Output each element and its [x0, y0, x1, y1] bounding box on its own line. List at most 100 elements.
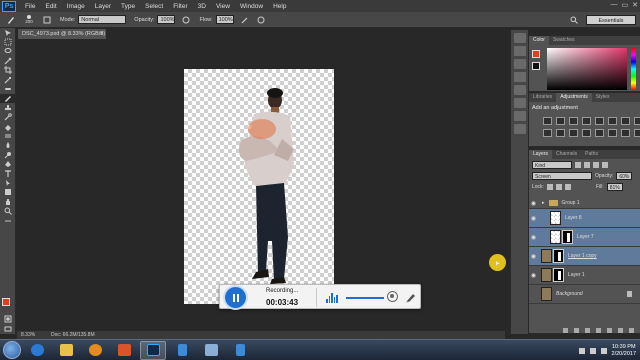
pause-recording-button[interactable] — [225, 287, 246, 308]
layer-row-layer-7[interactable]: ◉ Layer 7 — [529, 228, 640, 247]
taskbar-recorder-app[interactable] — [227, 341, 253, 360]
properties-panel-icon[interactable] — [513, 46, 526, 56]
hue-saturation-icon[interactable] — [608, 117, 617, 125]
clone-stamp-tool-icon[interactable] — [0, 103, 16, 112]
vibrance-icon[interactable] — [595, 117, 604, 125]
menu-filter[interactable]: Filter — [168, 3, 192, 10]
color-panel-background[interactable] — [532, 62, 540, 70]
taskbar-explorer[interactable] — [53, 341, 79, 360]
path-selection-tool-icon[interactable] — [0, 178, 16, 187]
audio-level-icon[interactable] — [326, 292, 338, 303]
selective-color-icon[interactable] — [634, 129, 640, 137]
new-adjustment-icon[interactable] — [596, 328, 601, 333]
layer-mask-thumbnail[interactable] — [553, 249, 564, 263]
start-button[interactable] — [3, 341, 21, 359]
quick-select-tool-icon[interactable] — [0, 56, 16, 65]
channel-mixer-icon[interactable] — [556, 129, 565, 137]
color-lookup-icon[interactable] — [569, 129, 578, 137]
levels-icon[interactable] — [556, 117, 565, 125]
menu-layer[interactable]: Layer — [90, 3, 116, 10]
shape-tool-icon[interactable] — [0, 188, 16, 197]
tab-styles[interactable]: Styles — [592, 93, 614, 102]
taskbar-app-orange[interactable] — [111, 341, 137, 360]
black-white-icon[interactable] — [634, 117, 640, 125]
brush-presets-panel-icon[interactable] — [513, 98, 526, 108]
zoom-level[interactable]: 8.33% — [21, 332, 45, 338]
pressure-size-icon[interactable] — [256, 15, 266, 25]
pen-tool-icon[interactable] — [0, 159, 16, 168]
menu-3d[interactable]: 3D — [193, 3, 211, 10]
posterize-icon[interactable] — [595, 129, 604, 137]
visibility-eye-icon[interactable]: ◉ — [529, 200, 538, 207]
flow-field[interactable]: 100% — [215, 15, 234, 24]
menu-window[interactable]: Window — [235, 3, 268, 10]
mode-select[interactable]: Normal — [78, 15, 127, 24]
eyedropper-tool-icon[interactable] — [0, 75, 16, 84]
delete-layer-icon[interactable] — [629, 328, 634, 333]
shape-filter-icon[interactable] — [602, 161, 608, 168]
layer-row-background[interactable]: ▫ Background — [529, 285, 640, 304]
tab-channels[interactable]: Channels — [552, 150, 581, 159]
color-picker-field[interactable] — [547, 48, 627, 90]
lock-pixels-icon[interactable] — [546, 183, 553, 190]
threshold-icon[interactable] — [608, 129, 617, 137]
pixel-filter-icon[interactable] — [575, 161, 581, 168]
brush-tool-icon[interactable] — [0, 93, 16, 104]
tab-layers[interactable]: Layers — [529, 150, 553, 159]
layer-row-layer-1[interactable]: ◉ Layer 1 — [529, 266, 640, 285]
new-layer-icon[interactable] — [618, 328, 623, 333]
history-panel-icon[interactable] — [513, 33, 526, 43]
add-mask-icon[interactable] — [585, 328, 590, 333]
document-tab[interactable]: DSC_4973.psd @ 8.33% (RGB/8) * × — [18, 29, 106, 47]
minimize-button[interactable]: — — [611, 1, 618, 9]
move-tool-icon[interactable] — [0, 28, 16, 37]
info-panel-icon[interactable] — [513, 72, 526, 82]
marquee-tool-icon[interactable] — [0, 37, 16, 46]
layer-mask-thumbnail[interactable] — [562, 230, 573, 244]
quick-mask-icon[interactable] — [0, 314, 16, 323]
lock-all-icon[interactable] — [564, 183, 571, 190]
menu-select[interactable]: Select — [140, 3, 168, 10]
tab-color[interactable]: Color — [529, 36, 549, 45]
eraser-tool-icon[interactable] — [0, 122, 16, 131]
healing-brush-tool-icon[interactable] — [0, 84, 16, 93]
visibility-eye-icon[interactable]: ◉ — [529, 215, 538, 222]
menu-edit[interactable]: Edit — [40, 3, 61, 10]
tab-libraries[interactable]: Libraries — [529, 93, 556, 102]
restore-button[interactable]: ▭ — [622, 1, 629, 9]
gradient-map-icon[interactable] — [621, 129, 630, 137]
zoom-tool-icon[interactable] — [0, 206, 16, 215]
taskbar-media[interactable] — [82, 341, 108, 360]
taskbar-phone-app[interactable] — [169, 341, 195, 360]
hue-slider[interactable] — [631, 48, 636, 90]
new-group-icon[interactable] — [607, 328, 612, 333]
layer-opacity-field[interactable]: 60% — [616, 171, 633, 180]
menu-type[interactable]: Type — [116, 3, 140, 10]
tab-swatches[interactable]: Swatches — [549, 36, 579, 45]
crop-tool-icon[interactable] — [0, 66, 16, 75]
adjustment-filter-icon[interactable] — [584, 161, 590, 168]
volume-slider[interactable] — [346, 297, 384, 299]
clock[interactable]: 10:39 PM 2/20/2017 — [612, 344, 636, 358]
visibility-eye-icon[interactable]: ◉ — [529, 272, 538, 279]
tray-arrow-icon[interactable] — [578, 347, 585, 354]
exposure-icon[interactable] — [582, 117, 591, 125]
layer-mask-thumbnail[interactable] — [553, 268, 564, 282]
close-document-icon[interactable]: × — [100, 29, 103, 39]
paragraph-panel-icon[interactable] — [513, 124, 526, 134]
color-balance-icon[interactable] — [621, 117, 630, 125]
foreground-color-swatch[interactable] — [2, 298, 10, 306]
menu-image[interactable]: Image — [62, 3, 90, 10]
close-button[interactable]: ✕ — [632, 1, 638, 9]
group-expand-icon[interactable]: ▸ — [542, 200, 545, 206]
blend-mode-select[interactable]: Screen — [532, 171, 592, 180]
webcam-icon[interactable] — [387, 291, 398, 302]
edit-toolbar-icon[interactable] — [0, 216, 16, 225]
gradient-tool-icon[interactable] — [0, 131, 16, 140]
hand-tool-icon[interactable] — [0, 197, 16, 206]
actions-panel-icon[interactable] — [513, 59, 526, 69]
photo-filter-icon[interactable] — [543, 129, 552, 137]
curves-icon[interactable] — [569, 117, 578, 125]
visibility-eye-icon[interactable]: ◉ — [529, 253, 538, 260]
taskbar-photoshop[interactable] — [140, 340, 166, 360]
